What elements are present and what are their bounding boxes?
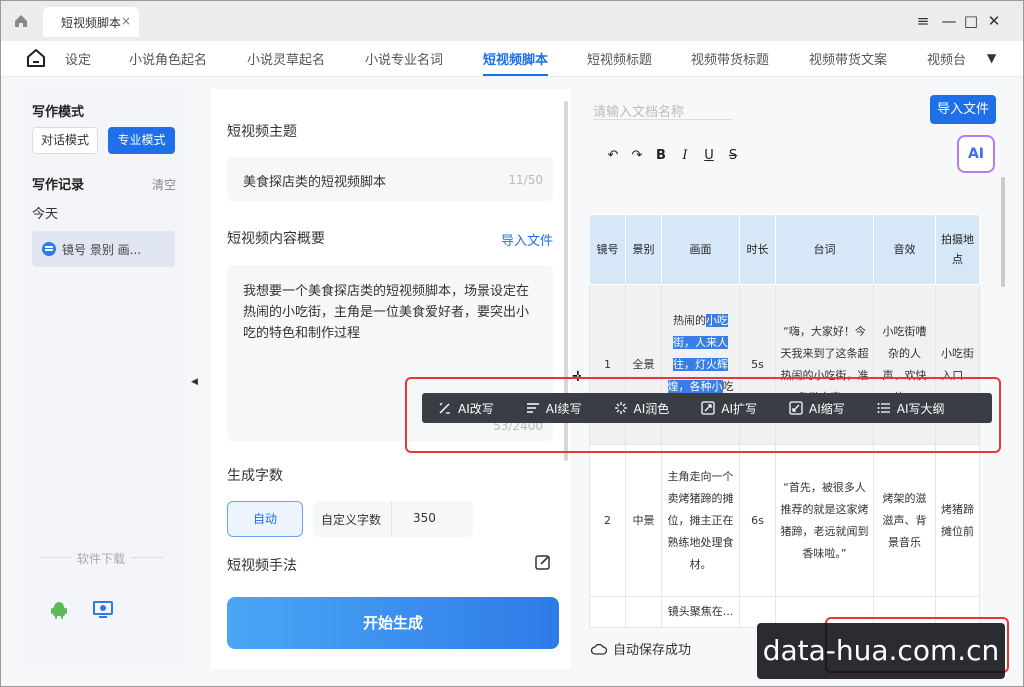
- menu-icon[interactable]: ≡: [913, 11, 933, 31]
- custom-length-group[interactable]: 自定义字数 350: [313, 501, 473, 537]
- redo-icon[interactable]: ↷: [627, 146, 647, 166]
- bold-button[interactable]: B: [651, 146, 671, 166]
- import-file-button[interactable]: 导入文件: [930, 95, 996, 124]
- desktop-icon[interactable]: [93, 601, 113, 619]
- feature-nav: 设定 小说角色起名 小说灵草起名 小说专业名词 短视频脚本 短视频标题 视频带货…: [1, 41, 1023, 77]
- highlight-box: [405, 377, 1001, 453]
- technique-label: 短视频手法: [227, 558, 297, 574]
- start-generate-button[interactable]: 开始生成: [227, 597, 559, 649]
- summary-label: 短视频内容概要: [227, 231, 325, 247]
- topic-label: 短视频主题: [227, 124, 297, 140]
- cell-duration[interactable]: 6s: [739, 444, 776, 597]
- autosave-text: 自动保存成功: [613, 643, 692, 658]
- minimize-button[interactable]: —: [939, 11, 959, 31]
- sidebar: 写作模式 对话模式 专业模式 写作记录 清空 今天 镜号 景别 画... 软件下…: [19, 87, 187, 667]
- android-icon[interactable]: [51, 601, 67, 619]
- title-bar: 短视频脚本 × ≡ — □ ✕: [1, 1, 1023, 41]
- summary-value: 我想要一个美食探店类的短视频脚本，场景设定在热闹的小吃街，主角是一位美食爱好者，…: [243, 284, 530, 341]
- nav-settings[interactable]: 设定: [65, 49, 91, 68]
- header-lines: 台词: [775, 214, 874, 285]
- writing-mode-title: 写作模式: [32, 105, 85, 120]
- close-button[interactable]: ✕: [984, 11, 1004, 31]
- strikethrough-button[interactable]: S: [723, 146, 743, 166]
- cell-scene[interactable]: 镜头聚焦在...: [661, 596, 740, 628]
- format-toolbar: ↶ ↷ B I U S: [603, 145, 743, 167]
- underline-button[interactable]: U: [699, 146, 719, 166]
- document-name-input[interactable]: 请输入文档名称: [593, 101, 684, 120]
- maximize-button[interactable]: □: [961, 11, 981, 31]
- record-item-label: 镜号 景别 画...: [62, 242, 142, 257]
- import-file-link[interactable]: 导入文件: [501, 230, 553, 249]
- topic-input[interactable]: 美食探店类的短视频脚本 11/50: [227, 157, 553, 201]
- cell-sound[interactable]: 烤架的滋滋声、背景音乐: [873, 444, 936, 597]
- collapse-sidebar-icon[interactable]: ◀: [191, 377, 198, 387]
- today-label: 今天: [32, 207, 59, 222]
- auto-length-button[interactable]: 自动: [227, 501, 303, 537]
- autosave-status: 自动保存成功: [591, 639, 691, 658]
- nav-novel-herb-naming[interactable]: 小说灵草起名: [247, 49, 325, 68]
- home-icon[interactable]: [25, 47, 47, 69]
- app-window: 短视频脚本 × ≡ — □ ✕ 设定 小说角色起名 小说灵草起名 小说专业名词 …: [0, 0, 1024, 687]
- clear-records-button[interactable]: 清空: [152, 176, 176, 193]
- header-shot-size: 景别: [625, 214, 662, 285]
- header-scene: 画面: [661, 214, 740, 285]
- header-duration: 时长: [739, 214, 776, 285]
- table-header-row: 镜号 景别 画面 时长 台词 音效 拍摄地点: [589, 214, 980, 285]
- italic-button[interactable]: I: [675, 146, 695, 166]
- ai-assistant-button[interactable]: AI: [957, 135, 995, 173]
- watermark: data-hua.com.cn: [757, 623, 1005, 679]
- document-scrollbar[interactable]: [1001, 177, 1005, 287]
- record-item[interactable]: 镜号 景别 画...: [32, 231, 175, 267]
- cell-shot-no[interactable]: 2: [589, 444, 626, 597]
- nav-short-video-script[interactable]: 短视频脚本: [483, 49, 549, 76]
- topic-char-count: 11/50: [508, 173, 543, 187]
- cell-lines[interactable]: “首先，被很多人推荐的就是这家烤猪蹄，老远就闻到香味啦。”: [775, 444, 874, 597]
- cell-shot-size[interactable]: 中景: [625, 444, 662, 597]
- cell-scene[interactable]: 主角走向一个卖烤猪蹄的摊位，摊主正在熟练地处理食材。: [661, 444, 740, 597]
- nav-video-sales-copy[interactable]: 视频带货文案: [809, 49, 887, 68]
- custom-length-label: 自定义字数: [321, 513, 382, 527]
- software-download-label: 软件下载: [71, 550, 132, 567]
- nav-video-more[interactable]: 视频台: [927, 49, 966, 68]
- header-location: 拍摄地点: [935, 214, 980, 285]
- nav-more-dropdown-icon[interactable]: ▼: [987, 51, 996, 65]
- nav-video-sales-title[interactable]: 视频带货标题: [691, 49, 769, 68]
- edit-icon[interactable]: [535, 554, 551, 570]
- scene-text: 热闹的: [673, 313, 706, 327]
- nav-short-video-title[interactable]: 短视频标题: [587, 49, 652, 68]
- nav-novel-character-naming[interactable]: 小说角色起名: [129, 49, 207, 68]
- divider: [391, 501, 392, 537]
- cell-shot-no[interactable]: [589, 596, 626, 628]
- header-shot-no: 镜号: [589, 214, 626, 285]
- cell-location[interactable]: 烤猪蹄摊位前: [935, 444, 980, 597]
- divider: [593, 119, 733, 120]
- pro-mode-button[interactable]: 专业模式: [108, 127, 175, 154]
- word-count-label: 生成字数: [227, 468, 283, 484]
- document-tab[interactable]: 短视频脚本 ×: [43, 7, 139, 37]
- custom-length-input[interactable]: 350: [413, 511, 436, 525]
- cloud-icon: [591, 643, 607, 655]
- writing-record-title: 写作记录: [32, 178, 85, 193]
- tab-title: 短视频脚本: [61, 15, 122, 30]
- table-row[interactable]: 2 中景 主角走向一个卖烤猪蹄的摊位，摊主正在熟练地处理食材。 6s “首先，被…: [589, 444, 980, 597]
- cell-shot-size[interactable]: [625, 596, 662, 628]
- dialog-mode-button[interactable]: 对话模式: [32, 127, 98, 154]
- header-sound: 音效: [873, 214, 936, 285]
- home-icon[interactable]: [13, 13, 29, 29]
- document-icon: [42, 242, 56, 256]
- topic-value: 美食探店类的短视频脚本: [243, 175, 387, 190]
- nav-novel-terms[interactable]: 小说专业名词: [365, 49, 443, 68]
- undo-icon[interactable]: ↶: [603, 146, 623, 166]
- tab-close-icon[interactable]: ×: [121, 14, 131, 28]
